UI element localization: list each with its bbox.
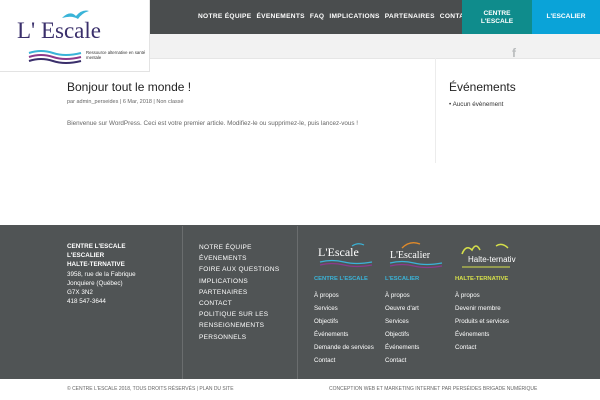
org-links-halte: À propos Devenir membre Produits et serv… (455, 289, 509, 354)
footer-menu-evenements[interactable]: ÉVENEMENTS (199, 253, 279, 264)
footer-menu-personnels[interactable]: PERSONNELS (199, 332, 279, 343)
logo-tagline: Ressource alternative en santé mentale (86, 50, 146, 60)
post-title[interactable]: Bonjour tout le monde ! (67, 80, 191, 94)
footer-menu: NOTRE ÉQUIPE ÉVENEMENTS FOIRE AUX QUESTI… (199, 242, 279, 343)
nav-item-equipe[interactable]: NOTRE ÉQUIPE (198, 13, 251, 20)
org-link[interactable]: Services (385, 315, 419, 328)
footer-divider (297, 226, 298, 379)
org-links-escalier: À propos Oeuvre d'art Services Objectifs… (385, 289, 419, 367)
site-logo[interactable]: L' Escale Ressource alternative en santé… (0, 0, 150, 72)
org-link[interactable]: Objectifs (385, 328, 419, 341)
nav-item-faq[interactable]: FAQ (310, 13, 324, 20)
footer-menu-partenaires[interactable]: PARTENAIRES (199, 287, 279, 298)
footer-menu-faq[interactable]: FOIRE AUX QUESTIONS (199, 264, 279, 275)
org-link[interactable]: Contact (455, 341, 509, 354)
footer-divider (182, 226, 183, 379)
org-link[interactable]: Devenir membre (455, 302, 509, 315)
escalier-button[interactable]: L'ESCALIER (532, 0, 600, 34)
post-body: Bienvenue sur WordPress. Ceci est votre … (67, 120, 359, 127)
footer-menu-renseignements[interactable]: RENSEIGNEMENTS (199, 320, 279, 331)
org-link[interactable]: Événements (455, 328, 509, 341)
phone-number[interactable]: 418 547-3644 (67, 297, 136, 306)
footer-menu-implications[interactable]: IMPLICATIONS (199, 276, 279, 287)
footer-address: 3958, rue de la Fabrique Jonquiere (Québ… (67, 270, 136, 306)
org-link[interactable]: Contact (314, 354, 374, 367)
nav-item-partenaires[interactable]: PARTENAIRES (385, 13, 435, 20)
main-nav: NOTRE ÉQUIPE ÉVENEMENTS FAQ IMPLICATIONS… (198, 13, 474, 20)
mini-logo-text: L'Escalier (390, 250, 431, 261)
escale-logo-icon[interactable]: L'Escale (316, 240, 376, 272)
sidebar-item: • Aucun évènement (449, 101, 504, 108)
org-link[interactable]: À propos (314, 289, 374, 302)
facebook-icon[interactable]: f (512, 46, 516, 60)
sidebar-divider (435, 58, 436, 163)
footer-name-escalier: L'ESCALIER (67, 252, 105, 259)
nav-item-implications[interactable]: IMPLICATIONS (329, 13, 379, 20)
address-line: G7X 3N2 (67, 289, 93, 296)
org-link[interactable]: Événements (314, 328, 374, 341)
org-link[interactable]: Oeuvre d'art (385, 302, 419, 315)
logo-title: L' Escale (17, 18, 101, 43)
centre-escale-button[interactable]: CENTRE L'ESCALE (462, 0, 532, 34)
org-link[interactable]: Objectifs (314, 315, 374, 328)
halte-ternative-logo-icon[interactable]: Halte-ternative (456, 240, 516, 272)
footer-menu-equipe[interactable]: NOTRE ÉQUIPE (199, 242, 279, 253)
org-title-escalier: L'ESCALIER (385, 276, 420, 282)
subheader-strip (150, 34, 600, 59)
org-title-escale: CENTRE L'ESCALE (314, 276, 368, 282)
org-title-halte: HALTE-TERNATIVE (455, 276, 509, 282)
org-link[interactable]: Demande de services (314, 341, 374, 354)
escalier-logo-icon[interactable]: L'Escalier (386, 240, 446, 272)
copyright-text[interactable]: © CENTRE L'ESCALE 2018, TOUS DROITS RÉSE… (67, 386, 234, 392)
footer-menu-contact[interactable]: CONTACT (199, 298, 279, 309)
org-link[interactable]: Services (314, 302, 374, 315)
credit-text[interactable]: CONCEPTION WEB ET MARKETING INTERNET PAR… (329, 386, 537, 392)
org-link[interactable]: Contact (385, 354, 419, 367)
org-link[interactable]: À propos (385, 289, 419, 302)
footer-name-escale: CENTRE L'ESCALE (67, 243, 126, 250)
mini-logo-text: Halte-ternative (468, 255, 516, 264)
footer-name-halte: HALTE-TERNATIVE (67, 261, 125, 268)
footer-menu-politique[interactable]: POLITIQUE SUR LES (199, 309, 279, 320)
footer-contact-names: CENTRE L'ESCALE L'ESCALIER HALTE-TERNATI… (67, 242, 126, 269)
org-links-escale: À propos Services Objectifs Événements D… (314, 289, 374, 367)
address-line: Jonquiere (Québec) (67, 280, 123, 287)
org-link[interactable]: Produits et services (455, 315, 509, 328)
waves-icon (28, 50, 82, 64)
nav-item-evenements[interactable]: ÉVENEMENTS (256, 13, 304, 20)
org-link[interactable]: À propos (455, 289, 509, 302)
sidebar-item-label: Aucun évènement (452, 101, 504, 108)
address-line: 3958, rue de la Fabrique (67, 271, 136, 278)
sidebar-title: Événements (449, 80, 516, 94)
mini-logo-text: L'Escale (318, 245, 359, 259)
org-link[interactable]: Événements (385, 341, 419, 354)
post-meta: par admin_perseides | 6 Mar, 2018 | Non … (67, 99, 184, 105)
